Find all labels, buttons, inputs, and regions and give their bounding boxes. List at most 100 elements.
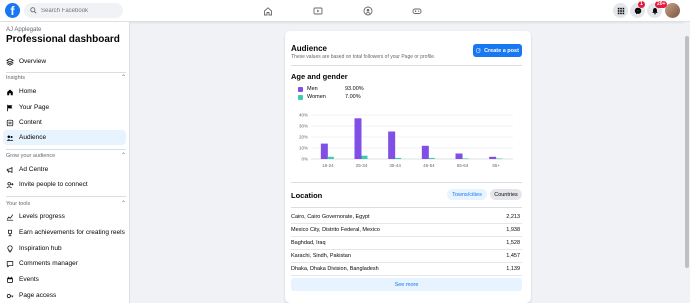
legend-swatch-women (298, 94, 303, 100)
location-place: Karachi, Sindh, Pakistan (291, 253, 351, 259)
gaming-nav-button[interactable] (410, 4, 423, 17)
sidebar-item-events[interactable]: Events (3, 272, 126, 287)
content-icon (6, 119, 14, 126)
scrollbar-thumb[interactable] (685, 36, 689, 268)
see-more-button[interactable]: See more (291, 278, 522, 291)
sidebar-item-content[interactable]: Content (3, 115, 126, 130)
audience-card: Audience These values are based on total… (285, 31, 531, 303)
bar-women-65+[interactable] (496, 158, 503, 160)
location-row: Karachi, Sindh, Pakistan 1,457 (291, 250, 522, 263)
tab-countries[interactable]: Countries (490, 189, 522, 200)
bar-men-25-34[interactable] (354, 118, 362, 159)
search-input[interactable] (41, 7, 121, 14)
sidebar-item-label: Earn achievements for creating reels (19, 229, 125, 236)
search-box[interactable] (24, 3, 123, 18)
location-count: 1,528 (506, 240, 520, 246)
audience-subtitle: These values are based on total follower… (291, 54, 436, 60)
calendar-icon (7, 276, 13, 283)
dashboard-title: Professional dashboard (6, 34, 120, 45)
legend-pct: 93.00% (345, 86, 364, 92)
legend-swatch-men (298, 86, 303, 92)
notifications-button[interactable]: 20+ (647, 1, 668, 18)
insights-heading[interactable]: Insights ⌃ (6, 75, 126, 81)
overview-icon (6, 57, 14, 66)
grow-heading[interactable]: Grow your audience ⌃ (6, 153, 126, 159)
chevron-up-icon: ⌃ (120, 153, 126, 159)
bar-women-55-64[interactable] (462, 158, 469, 160)
y-tick-label: 30% (299, 124, 308, 129)
sidebar-item-overview[interactable]: Overview (3, 54, 126, 69)
messenger-button[interactable]: 1 (630, 1, 645, 18)
sidebar-item-label: Inspiration hub (19, 245, 62, 252)
sidebar-item-label: Events (19, 276, 39, 283)
comment-icon (6, 260, 14, 268)
sidebar-item-label: Audience (19, 134, 47, 141)
bar-women-35-44[interactable] (395, 157, 402, 159)
bar-women-25-34[interactable] (361, 155, 368, 159)
location-row: Cairo, Cairo Governorate, Egypt 2,213 (291, 211, 522, 224)
location-count: 2,213 (506, 214, 520, 220)
menu-button[interactable] (613, 3, 628, 18)
account-avatar[interactable] (665, 3, 680, 18)
sidebar-item-label: Levels progress (19, 213, 65, 220)
y-tick-label: 10% (299, 146, 308, 151)
sidebar-item-earn-achievements[interactable]: Earn achievements for creating reels (3, 225, 126, 240)
page-scrollbar[interactable] (684, 22, 690, 303)
legend-label: Women (307, 94, 326, 100)
gaming-icon (412, 8, 421, 14)
video-nav-button[interactable] (311, 4, 324, 17)
legend-men: Men 93.00% (298, 86, 364, 92)
create-post-label: Create a post (484, 47, 519, 54)
x-tick-label: 18-24 (322, 163, 334, 168)
x-tick-label: 45-54 (423, 163, 435, 168)
section-label: Your tools (6, 201, 31, 207)
location-title: Location (291, 191, 323, 200)
sidebar-item-audience[interactable]: Audience (3, 130, 126, 145)
home-icon (7, 88, 13, 95)
levels-icon (6, 213, 14, 221)
create-post-button[interactable]: Create a post (473, 44, 522, 57)
x-tick-label: 25-34 (356, 163, 368, 168)
legend-pct: 7.00% (345, 94, 361, 100)
tab-towns-cities[interactable]: Towns/cities (447, 189, 487, 200)
sidebar-item-label: Content (19, 119, 42, 126)
key-icon (6, 293, 14, 298)
search-icon (30, 7, 37, 14)
groups-nav-button[interactable] (361, 4, 374, 17)
location-count: 1,457 (506, 253, 520, 259)
sidebar-item-inspiration-hub[interactable]: Inspiration hub (3, 241, 126, 256)
page-owner-name: AJ Applegate (6, 27, 42, 33)
sidebar: AJ Applegate Professional dashboard Over… (0, 22, 130, 303)
bar-men-55-64[interactable] (455, 153, 463, 160)
sidebar-item-page-access[interactable]: Page access (3, 288, 126, 303)
sidebar-item-invite[interactable]: Invite people to connect (3, 177, 126, 192)
location-place: Dhaka, Dhaka Division, Bangladesh (291, 266, 379, 272)
home-nav-button[interactable] (261, 4, 274, 17)
sidebar-item-label: Home (19, 88, 37, 95)
bar-men-45-54[interactable] (421, 145, 429, 159)
people-icon (6, 135, 14, 141)
compose-icon (476, 48, 481, 53)
bar-men-65+[interactable] (489, 156, 497, 159)
location-row: Mexico City, Distrito Federal, Mexico 1,… (291, 224, 522, 237)
menu-grid-icon (617, 7, 624, 14)
bar-men-18-24[interactable] (320, 143, 328, 159)
divider (291, 207, 522, 208)
bar-women-18-24[interactable] (327, 156, 334, 159)
sidebar-item-home[interactable]: Home (3, 84, 126, 99)
sidebar-item-levels-progress[interactable]: Levels progress (3, 209, 126, 224)
sidebar-item-ad-centre[interactable]: Ad Centre (3, 162, 126, 177)
bar-men-35-44[interactable] (388, 131, 396, 160)
section-label: Insights (6, 75, 25, 81)
sidebar-item-label: Ad Centre (19, 166, 49, 173)
sidebar-item-comments-manager[interactable]: Comments manager (3, 256, 126, 271)
legend-label: Men (307, 86, 318, 92)
sidebar-item-label: Page access (19, 292, 57, 299)
divider (291, 182, 522, 183)
facebook-logo[interactable]: f (5, 3, 20, 18)
trophy-icon (8, 229, 12, 236)
bar-women-45-54[interactable] (428, 157, 435, 159)
sidebar-item-your-page[interactable]: Your Page (3, 100, 126, 115)
tools-heading[interactable]: Your tools ⌃ (6, 201, 126, 207)
y-tick-label: 0% (301, 157, 308, 162)
